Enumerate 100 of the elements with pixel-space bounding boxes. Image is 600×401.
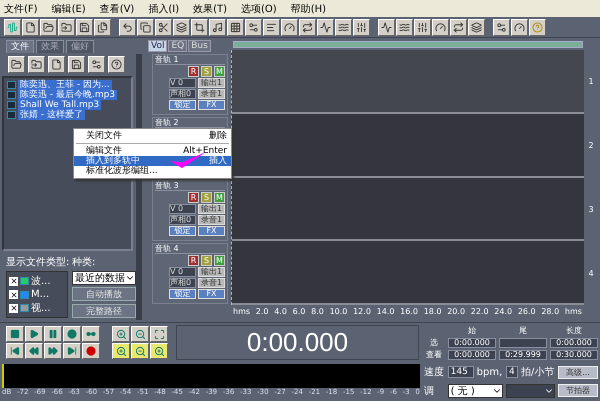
fx-button[interactable]: FX: [198, 226, 225, 236]
mixer-tab[interactable]: Bus: [188, 40, 211, 52]
menu-item[interactable]: 标准化波形编组...: [74, 166, 231, 176]
pan-field[interactable]: 声相0: [169, 278, 196, 288]
sliders-icon[interactable]: [245, 18, 262, 36]
help-icon[interactable]: [529, 18, 546, 36]
waves-icon[interactable]: [335, 18, 352, 36]
sliders-icon[interactable]: [414, 18, 431, 36]
settings-icon[interactable]: [493, 18, 510, 36]
time-field[interactable]: [499, 338, 547, 348]
time-field[interactable]: 0:00.000: [550, 338, 598, 348]
output-button[interactable]: 输出1: [198, 267, 225, 277]
sliders-icon[interactable]: [353, 18, 370, 36]
waves-icon[interactable]: [396, 18, 413, 36]
folder-icon[interactable]: [8, 56, 25, 73]
menu-item[interactable]: 查看(V): [100, 2, 134, 16]
mixer-tab[interactable]: EQ: [168, 40, 188, 52]
skip-back-icon[interactable]: [6, 343, 24, 359]
pan-field[interactable]: 声相0: [169, 89, 196, 99]
checkbox[interactable]: [9, 304, 18, 312]
output-button[interactable]: 输出1: [198, 204, 225, 214]
volume-field[interactable]: V 0: [169, 78, 196, 88]
panel-button[interactable]: 自动播放: [72, 287, 136, 302]
mixer-tab[interactable]: Vol: [148, 40, 168, 52]
play-icon[interactable]: [25, 326, 43, 342]
zoom-in-icon[interactable]: [112, 326, 130, 342]
advanced-button[interactable]: 高级...: [558, 366, 598, 379]
copy-icon[interactable]: [137, 18, 154, 36]
menu-item[interactable]: 编辑(E): [52, 2, 86, 16]
repeat-icon[interactable]: [450, 18, 467, 36]
crop-icon[interactable]: [191, 18, 208, 36]
file-item[interactable]: Shall We Tall.mp3: [18, 100, 102, 110]
save-icon[interactable]: [76, 18, 93, 36]
key-dropdown[interactable]: ( 无 ): [448, 384, 503, 398]
undo-icon[interactable]: [119, 18, 136, 36]
lock-button[interactable]: 锁定: [169, 289, 196, 299]
volume-field[interactable]: V 0: [169, 267, 196, 277]
sort-dropdown[interactable]: 最近的数据: [72, 271, 136, 285]
menu-item[interactable]: 文件(F): [4, 2, 38, 16]
gauge-icon[interactable]: [511, 18, 528, 36]
menu-item[interactable]: 关闭文件 删除: [74, 131, 231, 141]
lock-button[interactable]: 锁定: [169, 226, 196, 236]
panel-button[interactable]: 完整路径: [72, 304, 136, 318]
settings-icon[interactable]: [88, 56, 105, 73]
layers-icon[interactable]: [468, 18, 485, 36]
repeat-icon[interactable]: [299, 18, 316, 36]
volume-field[interactable]: V 0: [169, 204, 196, 214]
menu-item[interactable]: 选项(O): [241, 2, 277, 16]
zoom-out-icon[interactable]: [131, 343, 149, 359]
gauge-icon[interactable]: [281, 18, 298, 36]
grid-icon[interactable]: [227, 18, 244, 36]
file-item[interactable]: 张婧 - 这样爱了: [18, 110, 85, 120]
input-button[interactable]: 录音1: [198, 89, 225, 99]
lock-button[interactable]: 锁定: [169, 100, 196, 110]
align-icon[interactable]: [263, 18, 280, 36]
waveform-icon[interactable]: [4, 18, 21, 36]
metronome-button[interactable]: 节拍器: [558, 384, 598, 398]
bpm-field[interactable]: 145: [448, 366, 474, 378]
document-icon[interactable]: [22, 18, 39, 36]
menu-item[interactable]: 插入(I): [148, 2, 180, 16]
track-toggle[interactable]: R: [188, 66, 199, 77]
time-field[interactable]: 0:00.000: [448, 338, 496, 348]
fx-button[interactable]: FX: [198, 289, 225, 299]
activity-icon[interactable]: [378, 18, 395, 36]
beats-field[interactable]: 4: [506, 366, 518, 378]
file-item[interactable]: 陈奕迅、王菲 - 因为...: [18, 80, 112, 90]
activity-icon[interactable]: [317, 18, 334, 36]
output-button[interactable]: 输出1: [198, 78, 225, 88]
folder-icon[interactable]: [58, 18, 75, 36]
time-field[interactable]: 0:29.999: [499, 350, 547, 360]
folder-icon[interactable]: [28, 56, 45, 73]
loop-icon[interactable]: [82, 326, 100, 342]
pan-field[interactable]: 声相0: [169, 215, 196, 225]
document-icon[interactable]: [48, 56, 65, 73]
menu-item[interactable]: 插入到多轨中 插入: [74, 156, 231, 166]
help-icon[interactable]: [108, 56, 125, 73]
input-button[interactable]: 录音1: [198, 278, 225, 288]
pause-icon[interactable]: [44, 326, 62, 342]
track-toggle[interactable]: R: [188, 255, 199, 266]
layers-icon[interactable]: [173, 18, 190, 36]
fx-button[interactable]: FX: [198, 100, 225, 110]
zoom-in-icon[interactable]: [112, 343, 130, 359]
file-item[interactable]: 陈奕迅 - 最后今晚.mp3: [18, 90, 118, 100]
stop-icon[interactable]: [6, 326, 24, 342]
checkbox[interactable]: [9, 276, 18, 286]
zoom-out-icon[interactable]: [131, 326, 149, 342]
track-toggle[interactable]: R: [188, 192, 199, 203]
save-icon[interactable]: [68, 56, 85, 73]
menu-item[interactable]: 帮助(H): [290, 2, 326, 16]
zoom-in-icon[interactable]: [150, 343, 168, 359]
rewind-icon[interactable]: [25, 343, 43, 359]
record-icon[interactable]: [82, 343, 100, 359]
maximize-icon[interactable]: [150, 326, 168, 342]
music-icon[interactable]: [209, 18, 226, 36]
time-field[interactable]: 0:00.000: [448, 350, 496, 360]
gauge-icon[interactable]: [432, 18, 449, 36]
files-icon[interactable]: [94, 18, 111, 36]
checkbox[interactable]: [9, 290, 18, 299]
skip-forward-icon[interactable]: [63, 343, 81, 359]
input-button[interactable]: 录音1: [198, 215, 225, 225]
